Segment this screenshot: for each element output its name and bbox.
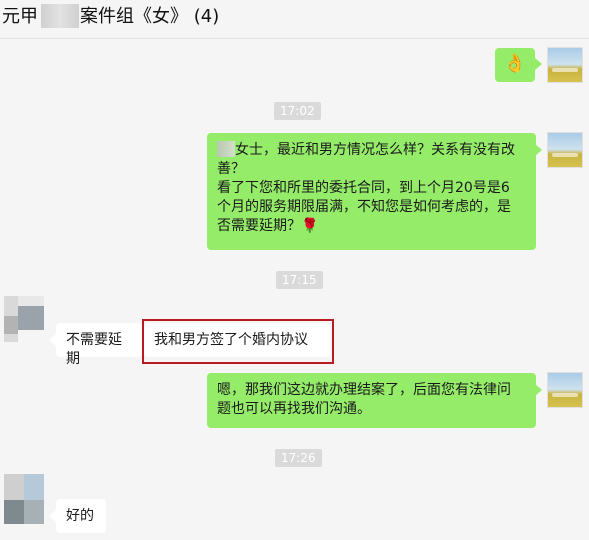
bubble-tail [49, 510, 56, 522]
chat-title[interactable]: 元甲 案件组《女》 (4) [2, 4, 219, 30]
rose-emoji: 🌹 [301, 218, 319, 234]
message-line: 否需要延期？🌹 [217, 218, 319, 234]
avatar-contact[interactable] [4, 296, 44, 342]
avatar-self[interactable] [548, 373, 582, 407]
timestamp: 17:02 [274, 102, 321, 120]
chat-title-suffix: 案件组《女》 (4) [80, 6, 220, 27]
chat-title-prefix: 元甲 [2, 6, 38, 27]
message-line: 女士，最近和男方情况怎么样？关系有没有改 [217, 141, 526, 160]
message-outgoing-text[interactable]: 女士，最近和男方情况怎么样？关系有没有改 善？ 看了下您和所里的委托合同，到上个… [207, 133, 536, 250]
message-line: 善？ [217, 161, 245, 177]
highlight-annotation [142, 319, 334, 364]
avatar-self[interactable] [548, 48, 582, 82]
message-line: 个月的服务期限届满，不知您是如何考虑的，是 [217, 199, 511, 215]
message-line: 看了下您和所里的委托合同，到上个月20号是6 [217, 180, 510, 196]
message-incoming-text[interactable]: 不需要延期 [56, 323, 142, 367]
timestamp: 17:26 [275, 449, 322, 467]
bubble-tail [535, 384, 542, 396]
bubble-tail [49, 334, 56, 346]
message-outgoing-text[interactable]: 嗯，那我们这边就办理结案了，后面您有法律问 题也可以再找我们沟通。 [207, 373, 536, 428]
message-incoming-text[interactable]: 好的 [56, 499, 106, 533]
timestamp: 17:15 [276, 271, 323, 289]
message-line: 题也可以再找我们沟通。 [217, 401, 371, 417]
ok-hand-emoji: 👌 [503, 53, 527, 74]
redacted-name [41, 4, 79, 28]
message-outgoing-emoji[interactable]: 👌 [495, 48, 535, 82]
message-line: 嗯，那我们这边就办理结案了，后面您有法律问 [217, 382, 511, 398]
bubble-tail [535, 144, 542, 156]
bubble-tail [535, 58, 542, 70]
redacted-name [217, 141, 235, 157]
chat-header: 元甲 案件组《女》 (4) [0, 0, 589, 39]
avatar-self[interactable] [548, 133, 582, 167]
avatar-contact[interactable] [4, 474, 44, 524]
